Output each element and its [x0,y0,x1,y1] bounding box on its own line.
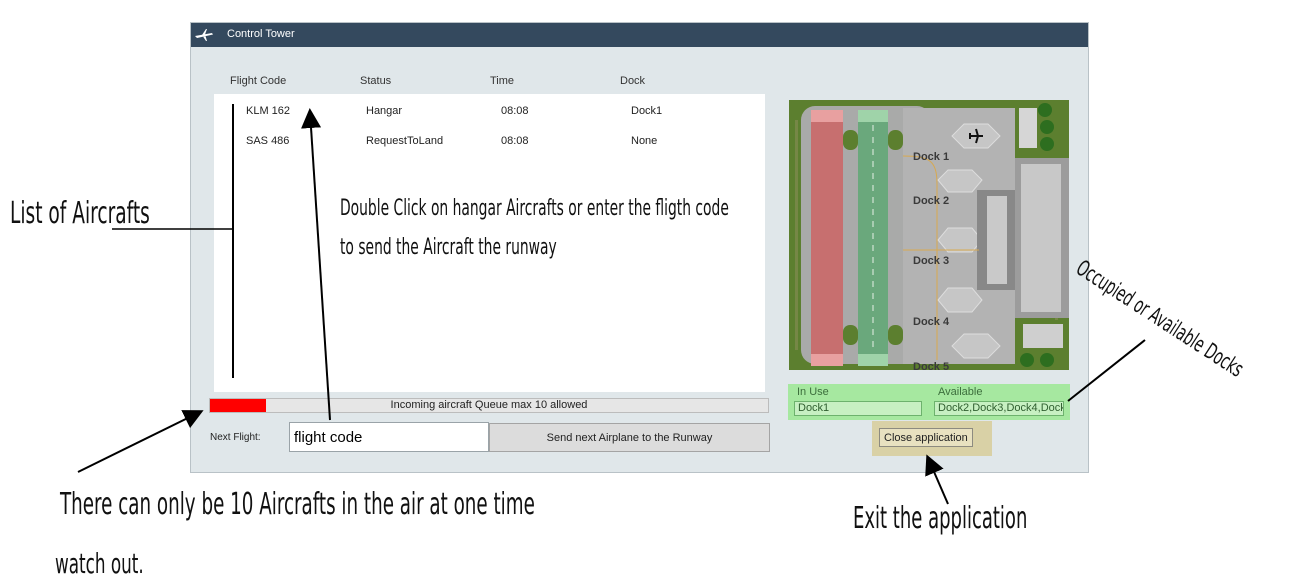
docks-pointer-line [1067,339,1146,402]
queue-arrow [77,410,204,473]
annotation-arrows [77,104,1146,505]
double-click-arrow [301,108,331,421]
exit-arrow [925,454,949,505]
